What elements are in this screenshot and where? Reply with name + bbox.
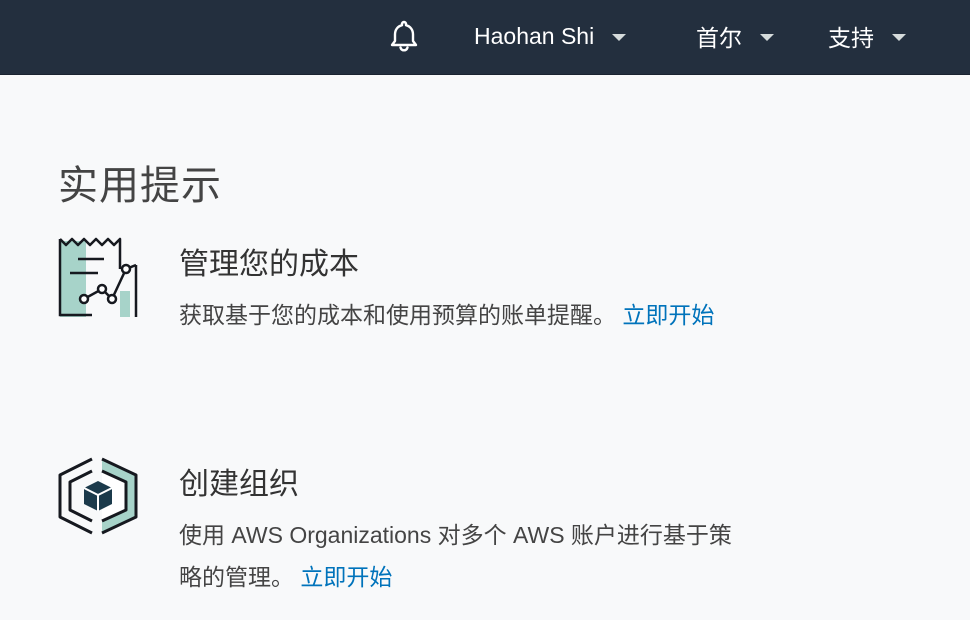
chevron-down-icon: [760, 33, 774, 41]
region-menu[interactable]: 首尔: [696, 21, 774, 51]
tip-description-text: 获取基于您的成本和使用预算的账单提醒。: [179, 302, 616, 328]
main-content: 实用提示 管理您的成本 获取基于您的成本和使用预算的账单提醒。 立即开始 创建组…: [0, 75, 970, 620]
user-menu-label: Haohan Shi: [474, 22, 595, 49]
support-menu-label: 支持: [828, 25, 874, 51]
organizations-icon: [56, 455, 138, 542]
tip-description: 获取基于您的成本和使用预算的账单提醒。 立即开始: [179, 294, 739, 336]
tip-title: 管理您的成本: [179, 248, 359, 281]
chevron-down-icon: [892, 33, 906, 41]
bell-icon[interactable]: [386, 18, 422, 54]
get-started-link[interactable]: 立即开始: [622, 302, 714, 328]
tip-description: 使用 AWS Organizations 对多个 AWS 账户进行基于策略的管理…: [179, 514, 739, 598]
tip-description-text: 使用 AWS Organizations 对多个 AWS 账户进行基于策略的管理…: [179, 522, 732, 590]
tip-title: 创建组织: [179, 468, 299, 501]
get-started-link[interactable]: 立即开始: [300, 564, 392, 590]
chevron-down-icon: [612, 33, 627, 41]
user-menu[interactable]: Haohan Shi: [474, 21, 627, 51]
top-navigation-bar: Haohan Shi 首尔 支持: [0, 0, 970, 75]
support-menu[interactable]: 支持: [828, 21, 906, 51]
section-title: 实用提示: [58, 164, 222, 208]
billing-chart-icon: [56, 235, 138, 322]
region-menu-label: 首尔: [696, 25, 742, 51]
